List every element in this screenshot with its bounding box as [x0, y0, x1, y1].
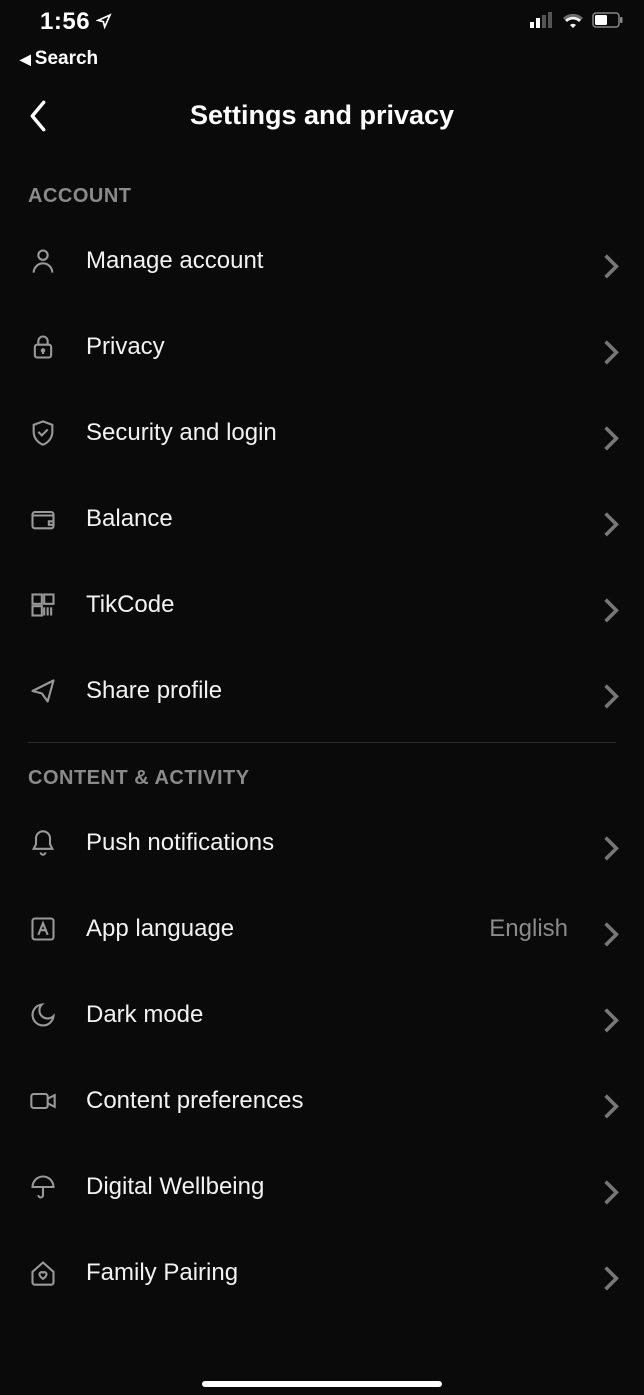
language-icon [28, 914, 58, 944]
person-icon [28, 246, 58, 276]
page-header: Settings and privacy [0, 82, 644, 161]
row-label: Digital Wellbeing [86, 1173, 574, 1201]
battery-icon [592, 12, 624, 33]
row-label: Privacy [86, 333, 574, 361]
shield-icon [28, 418, 58, 448]
chevron-right-icon [602, 1264, 620, 1282]
back-app-label: Search [35, 48, 98, 70]
chevron-right-icon [602, 682, 620, 700]
row-label: Security and login [86, 419, 574, 447]
chevron-right-icon [602, 596, 620, 614]
row-label: Content preferences [86, 1087, 574, 1115]
lock-icon [28, 332, 58, 362]
row-family-pairing[interactable]: Family Pairing [0, 1230, 644, 1316]
row-content-preferences[interactable]: Content preferences [0, 1058, 644, 1144]
page-title: Settings and privacy [20, 100, 624, 131]
home-heart-icon [28, 1258, 58, 1288]
status-time: 1:56 [40, 8, 90, 36]
chevron-right-icon [602, 1092, 620, 1110]
home-indicator[interactable] [202, 1381, 442, 1387]
cellular-icon [530, 12, 554, 33]
bell-icon [28, 828, 58, 858]
status-bar: 1:56 [0, 0, 644, 44]
chevron-right-icon [602, 338, 620, 356]
chevron-right-icon [602, 1178, 620, 1196]
row-push-notifications[interactable]: Push notifications [0, 800, 644, 886]
row-label: App language [86, 915, 461, 943]
share-icon [28, 676, 58, 706]
row-share-profile[interactable]: Share profile [0, 648, 644, 734]
row-label: Share profile [86, 677, 574, 705]
wallet-icon [28, 504, 58, 534]
row-manage-account[interactable]: Manage account [0, 218, 644, 304]
row-label: Manage account [86, 247, 574, 275]
moon-icon [28, 1000, 58, 1030]
row-label: Family Pairing [86, 1259, 574, 1287]
chevron-right-icon [602, 424, 620, 442]
row-balance[interactable]: Balance [0, 476, 644, 562]
back-caret-icon: ◀ [20, 51, 31, 68]
location-icon [96, 8, 112, 36]
chevron-right-icon [602, 252, 620, 270]
umbrella-icon [28, 1172, 58, 1202]
section-header-account: ACCOUNT [0, 161, 644, 218]
row-label: TikCode [86, 591, 574, 619]
chevron-right-icon [602, 834, 620, 852]
row-security-login[interactable]: Security and login [0, 390, 644, 476]
back-to-app[interactable]: ◀ Search [0, 44, 644, 82]
row-label: Balance [86, 505, 574, 533]
chevron-right-icon [602, 1006, 620, 1024]
row-tikcode[interactable]: TikCode [0, 562, 644, 648]
row-value: English [489, 915, 568, 943]
chevron-right-icon [602, 920, 620, 938]
wifi-icon [562, 12, 584, 33]
row-privacy[interactable]: Privacy [0, 304, 644, 390]
chevron-right-icon [602, 510, 620, 528]
row-digital-wellbeing[interactable]: Digital Wellbeing [0, 1144, 644, 1230]
row-app-language[interactable]: App language English [0, 886, 644, 972]
row-label: Push notifications [86, 829, 574, 857]
video-icon [28, 1086, 58, 1116]
back-button[interactable] [20, 98, 56, 134]
section-header-content-activity: CONTENT & ACTIVITY [0, 743, 644, 800]
qrcode-icon [28, 590, 58, 620]
row-dark-mode[interactable]: Dark mode [0, 972, 644, 1058]
row-label: Dark mode [86, 1001, 574, 1029]
